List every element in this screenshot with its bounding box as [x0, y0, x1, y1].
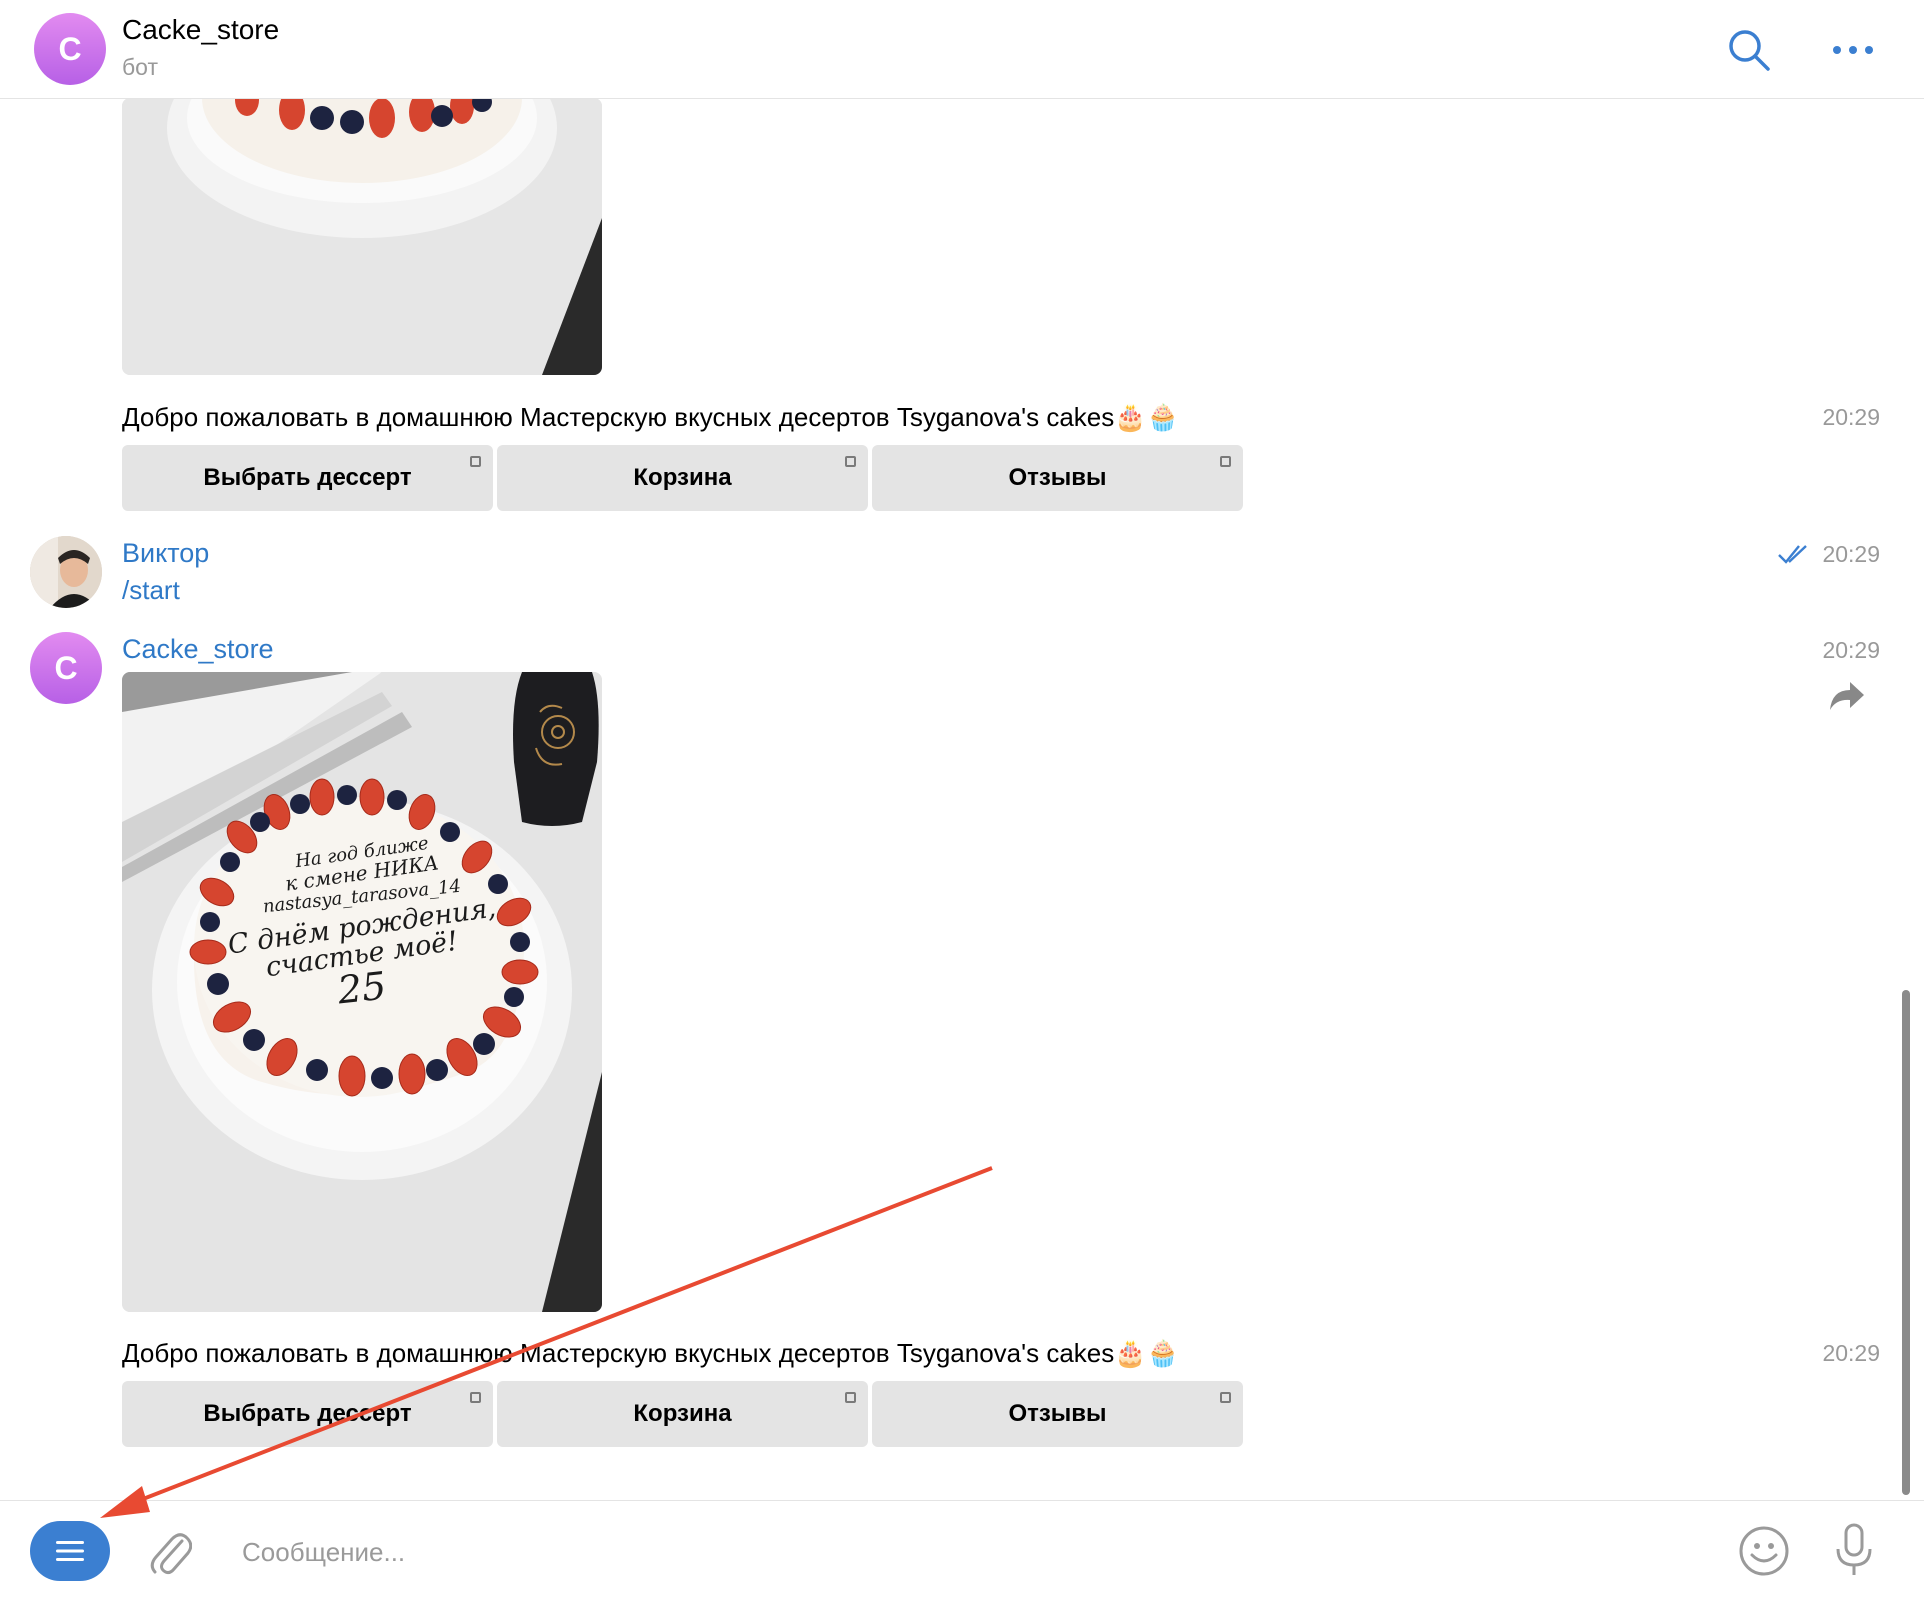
button-label: Отзывы — [1008, 464, 1107, 491]
button-label: Корзина — [633, 464, 732, 491]
sender-time: 20:29 — [1822, 637, 1880, 663]
choose-dessert-button[interactable]: Выбрать дессерт — [122, 445, 493, 511]
search-icon[interactable] — [1727, 28, 1771, 72]
message-time: 20:29 — [1822, 404, 1880, 430]
button-label: Отзывы — [1008, 1400, 1107, 1427]
callback-icon — [845, 1392, 856, 1403]
message-text: Добро пожаловать в домашнюю Мастерскую в… — [122, 402, 1179, 432]
reviews-button[interactable]: Отзывы — [872, 1381, 1243, 1447]
avatar-letter: C — [58, 30, 82, 67]
message-time: 20:29 — [1822, 541, 1880, 567]
cart-button[interactable]: Корзина — [497, 445, 868, 511]
cart-button[interactable]: Корзина — [497, 1381, 868, 1447]
bot-avatar[interactable]: C — [34, 13, 106, 85]
message-composer: Сообщение... — [0, 1500, 1924, 1601]
microphone-icon[interactable] — [1834, 1523, 1874, 1584]
inline-keyboard: Выбрать дессерт Корзина Отзывы — [122, 445, 1243, 511]
message-time: 20:29 — [1822, 1340, 1880, 1366]
user-name[interactable]: Виктор — [122, 538, 209, 569]
chat-title[interactable]: Cacke_store — [122, 14, 279, 46]
menu-icon[interactable] — [30, 1521, 110, 1581]
avatar-letter: C — [54, 649, 78, 686]
scrollbar-thumb[interactable] — [1902, 990, 1910, 1495]
callback-icon — [845, 456, 856, 467]
choose-dessert-button[interactable]: Выбрать дессерт — [122, 1381, 493, 1447]
callback-icon — [1220, 1392, 1231, 1403]
paperclip-icon[interactable] — [148, 1527, 193, 1582]
cake-photo-1[interactable] — [122, 98, 602, 375]
inline-keyboard: Выбрать дессерт Корзина Отзывы — [122, 1381, 1243, 1447]
button-label: Выбрать дессерт — [203, 464, 412, 491]
chat-subtitle: бот — [122, 54, 158, 80]
reviews-button[interactable]: Отзывы — [872, 445, 1243, 511]
message-text: Добро пожаловать в домашнюю Мастерскую в… — [122, 1338, 1179, 1368]
button-label: Корзина — [633, 1400, 732, 1427]
callback-icon — [1220, 456, 1231, 467]
callback-icon — [470, 456, 481, 467]
more-icon[interactable] — [1831, 28, 1875, 72]
button-label: Выбрать дессерт — [203, 1400, 412, 1427]
command-text[interactable]: /start — [122, 575, 180, 606]
double-check-icon — [1777, 543, 1809, 570]
chat-header: C Cacke_store бот — [0, 0, 1924, 99]
cake-inscription: На год ближе к смене НИКА nastasya_taras… — [202, 833, 522, 1013]
smile-icon[interactable] — [1738, 1525, 1790, 1582]
callback-icon — [470, 1392, 481, 1403]
bot-sender-name[interactable]: Cacke_store — [122, 634, 274, 665]
cake-photo-2[interactable]: На год ближе к смене НИКА nastasya_taras… — [122, 672, 602, 1312]
message-input[interactable]: Сообщение... — [242, 1537, 405, 1568]
share-icon[interactable] — [1828, 680, 1866, 717]
bot-avatar[interactable]: C — [30, 632, 102, 704]
user-avatar[interactable] — [30, 536, 102, 608]
